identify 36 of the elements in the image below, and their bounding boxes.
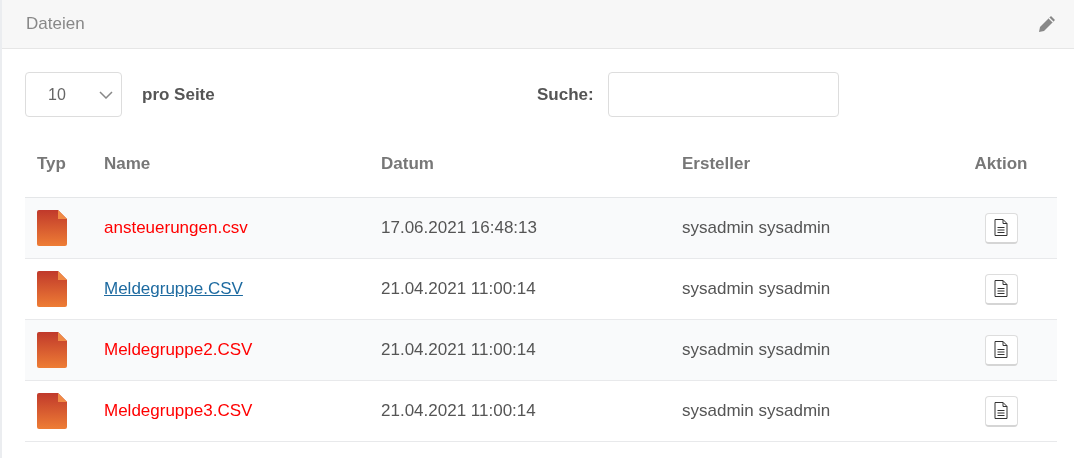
document-icon: [994, 341, 1008, 358]
column-header: Typ: [37, 153, 66, 173]
file-link[interactable]: Meldegruppe2.CSV: [104, 340, 253, 359]
file-icon: [37, 393, 67, 429]
file-icon: [37, 332, 67, 368]
document-icon: [994, 280, 1008, 297]
file-link[interactable]: Meldegruppe.CSV: [104, 279, 243, 298]
table-cell: 21.04.2021 11:00:14: [381, 401, 536, 420]
column-header: Ersteller: [682, 153, 751, 173]
file-icon: [37, 210, 67, 246]
search-field[interactable]: [607, 72, 839, 117]
table-cell: sysadmin sysadmin: [682, 340, 831, 359]
page-size-select[interactable]: 10: [25, 72, 122, 117]
pencil-icon[interactable]: [1038, 15, 1056, 33]
file-link[interactable]: Meldegruppe3.CSV: [104, 401, 253, 420]
document-icon: [994, 219, 1008, 236]
table-cell: sysadmin sysadmin: [682, 401, 831, 420]
document-icon: [994, 402, 1008, 419]
file-icon: [37, 271, 67, 307]
page-size-label: pro Seite: [142, 84, 216, 105]
chevron-down-icon: [99, 90, 113, 99]
table-cell: sysadmin sysadmin: [682, 218, 831, 237]
panel-title: Dateien: [26, 14, 85, 34]
column-header: Aktion: [974, 153, 1028, 173]
view-button[interactable]: [984, 273, 1018, 305]
view-button[interactable]: [984, 395, 1018, 427]
column-header: Name: [104, 153, 151, 173]
table-cell: 17.06.2021 16:48:13: [381, 218, 537, 237]
table-cell: 21.04.2021 11:00:14: [381, 340, 536, 359]
table-cell: 21.04.2021 11:00:14: [381, 279, 536, 298]
search-label: Suche:: [537, 84, 594, 105]
file-link[interactable]: ansteuerungen.csv: [104, 218, 248, 237]
view-button[interactable]: [984, 334, 1018, 366]
column-header: Datum: [381, 153, 434, 173]
table-cell: sysadmin sysadmin: [682, 279, 831, 298]
view-button[interactable]: [984, 212, 1018, 244]
